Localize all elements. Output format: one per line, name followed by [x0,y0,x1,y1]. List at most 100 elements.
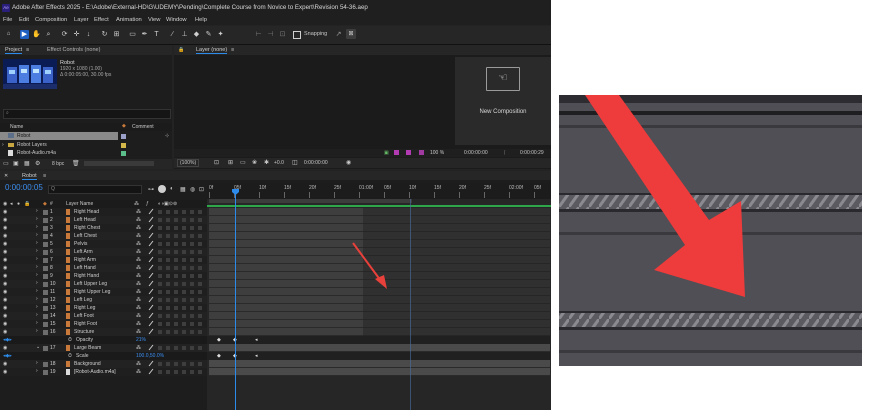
switch-box[interactable] [174,330,178,334]
switch-box[interactable] [174,314,178,318]
switch-box[interactable] [158,282,162,286]
tab-robot[interactable]: Robot [22,173,37,180]
flowchart-icon[interactable]: ⊹ [165,133,169,139]
keyframe-icon[interactable]: ◂ [255,353,258,359]
layer-row[interactable]: ◉ › 2 Left Head ⁂ [0,216,207,224]
switch-box[interactable] [198,210,202,214]
layer-row[interactable]: ◉ › 8 Left Hand ⁂ [0,264,207,272]
layer-name[interactable]: Left Chest [74,233,97,239]
switch-box[interactable] [182,346,186,350]
zoom-tool-icon[interactable]: ⌕ [44,30,53,39]
axis-local-icon[interactable]: ⊢ [254,30,263,39]
switch-box[interactable] [166,266,170,270]
switch-box[interactable] [166,346,170,350]
switch-box[interactable] [174,274,178,278]
label-swatch[interactable] [43,362,48,367]
switch-box[interactable] [190,266,194,270]
label-icon[interactable]: ◆ [43,201,47,207]
eye-icon[interactable]: ◉ [3,345,7,351]
label-swatch[interactable] [43,234,48,239]
layer-row[interactable]: ◉ › 11 Right Upper Leg ⁂ [0,288,207,296]
label-swatch[interactable] [43,258,48,263]
twirl-chevron-icon[interactable]: › [36,224,38,230]
switch-box[interactable] [174,370,178,374]
layer-row[interactable]: ◉ › 1 Right Head ⁂ [0,208,207,216]
switch-icons[interactable]: ◐◑▣⊙⊚ [158,201,177,207]
work-area-bar[interactable] [209,199,412,203]
eye-icon[interactable]: ◉ [3,265,7,271]
menu-help[interactable]: Help [195,17,207,23]
switch-box[interactable] [158,330,162,334]
eye-icon[interactable]: ◉ [3,313,7,319]
switch-box[interactable] [174,322,178,326]
layer-name[interactable]: Right Leg [74,305,95,311]
switch-box[interactable] [158,210,162,214]
label-swatch[interactable] [43,210,48,215]
layer-row[interactable]: ◉ › 18 Background ⁂ [0,360,207,368]
eye-icon[interactable]: ◉ [3,361,7,367]
switch-box[interactable] [158,298,162,302]
switch-box[interactable] [182,306,186,310]
parent-pick-whip-icon[interactable]: ⁂ [136,313,141,319]
slash-switch[interactable] [148,248,154,255]
layer-duration-bar[interactable] [209,368,550,376]
selection-tool-icon[interactable]: ▶ [20,30,29,39]
layer-name[interactable]: Left Leg [74,297,92,303]
bpc-label[interactable]: 8 bpc [52,161,64,167]
axis-world-icon[interactable]: ⊣ [266,30,275,39]
switch-box[interactable] [158,218,162,222]
lock-icon[interactable]: 🔒 [178,47,184,53]
twirl-chevron-icon[interactable]: › [36,208,38,214]
menu-icon[interactable]: ≡ [26,47,29,53]
parent-pick-whip-icon[interactable]: ⁂ [136,209,141,215]
current-time-display[interactable]: 0:00:00:05 [5,183,43,192]
switch-box[interactable] [166,226,170,230]
color-icon[interactable]: ❀ [252,159,257,166]
label-swatch[interactable] [121,134,126,139]
tab-project[interactable]: Project [5,47,23,54]
chevron-right-icon[interactable]: › [2,142,4,148]
pan-tool-icon[interactable]: ✛ [72,30,81,39]
property-row[interactable]: ◂◆▸ ⏱ Scale 100.0,50.0% [0,352,207,360]
snapshot-icon[interactable]: ◫ [292,159,298,166]
switch-box[interactable] [174,282,178,286]
twirl-chevron-icon[interactable]: › [36,320,38,326]
fx-icon[interactable]: ƒ [146,201,149,207]
eye-icon[interactable]: ◉ [3,297,7,303]
eye-icon[interactable]: ◉ [3,217,7,223]
switch-box[interactable] [198,322,202,326]
twirl-chevron-icon[interactable]: › [36,264,38,270]
slash-switch[interactable] [148,328,154,335]
layer-row[interactable]: ◉ › 12 Left Leg ⁂ [0,296,207,304]
switch-box[interactable] [190,298,194,302]
parent-pick-whip-icon[interactable]: ⁂ [136,241,141,247]
switch-box[interactable] [182,330,186,334]
eye-icon[interactable]: ◉ [3,281,7,287]
eye-icon[interactable]: ◉ [3,209,7,215]
layer-row[interactable]: ◉ › 19 [Robot-Audio.m4a] ⁂ [0,368,207,376]
switch-box[interactable] [182,258,186,262]
switch-box[interactable] [174,210,178,214]
parent-pick-whip-icon[interactable]: ⁂ [136,329,141,335]
switch-box[interactable] [166,370,170,374]
twirl-chevron-icon[interactable]: › [36,240,38,246]
switch-box[interactable] [198,362,202,366]
label-swatch[interactable] [43,306,48,311]
twirl-chevron-icon[interactable]: › [36,328,38,334]
menu-effect[interactable]: Effect [94,17,109,23]
project-item-robot-layers[interactable]: › Robot Layers [0,141,172,149]
switch-box[interactable] [174,250,178,254]
switch-box[interactable] [174,258,178,262]
property-track[interactable]: ◆◆◂ [207,352,550,360]
slash-switch[interactable] [148,256,154,263]
layer-name[interactable]: Left Arm [74,249,93,255]
eye-icon[interactable]: ◉ [3,305,7,311]
slash-switch[interactable] [148,272,154,279]
twirl-chevron-icon[interactable]: › [36,256,38,262]
motion-blur-icon[interactable]: ◍ [190,186,195,193]
twirl-chevron-icon[interactable]: › [36,272,38,278]
layer-name[interactable]: Left Head [74,217,96,223]
layer-track-bar[interactable] [207,328,550,336]
eye-icon[interactable]: ◉ [3,201,7,207]
layer-row[interactable]: ◉ › 5 Pelvis ⁂ [0,240,207,248]
